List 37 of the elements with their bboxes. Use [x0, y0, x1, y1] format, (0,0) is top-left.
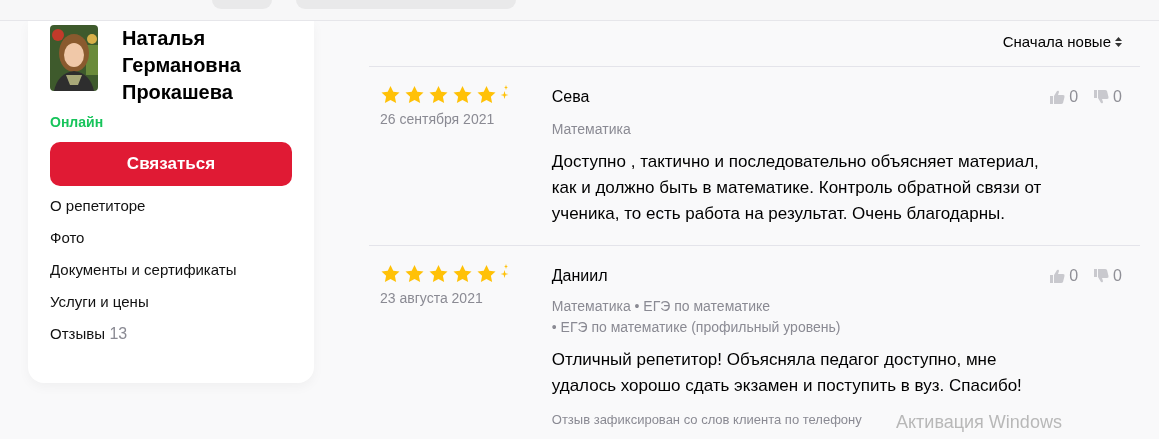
author-name: Даниил	[551, 265, 609, 286]
star-icon	[404, 84, 425, 105]
sparkle-icon	[500, 84, 509, 101]
nav-link[interactable]: Документы и сертификаты	[50, 259, 237, 282]
subject-list: Математика • ЕГЭ по математике • ЕГЭ по математике (профильный уровень)	[551, 295, 841, 338]
review-date: 23 августа 2021	[380, 288, 484, 308]
sort-icon	[1115, 37, 1122, 48]
sparkle-icon	[500, 263, 509, 280]
review-note: Отзыв зафиксирован со слов клиента по телефону	[551, 410, 862, 429]
nav-link[interactable]: Фото	[50, 227, 85, 250]
thumbs-down-icon	[1094, 268, 1110, 283]
star-icon	[452, 84, 473, 105]
subject-list: Математика	[551, 118, 631, 140]
star-icon	[428, 84, 449, 105]
star-icon	[380, 263, 401, 284]
star-icon	[452, 263, 473, 284]
thumbs-up-icon	[1050, 268, 1066, 283]
activation-notice: Активация Windows	[896, 412, 1062, 432]
thumbs-up-icon	[1050, 89, 1066, 104]
star-icon	[404, 263, 425, 284]
review-text: Отличный репетитор! Объясняла педагог доступно, мне удалось хорошо сдать экзамен и поступить в вуз. Спасибо!	[551, 348, 1023, 397]
author-name: Сева	[551, 86, 591, 107]
star-icon	[476, 84, 497, 105]
star-icon	[476, 263, 497, 284]
contact-button[interactable]: Связаться	[50, 142, 292, 186]
nav-link[interactable]: О репетиторе	[50, 195, 146, 218]
review-text: Доступно , тактично и последовательно объясняет материал, как и должно быть в математике. Контроль обратной связи от ученика, то есть работа на результат. Очень благодарны.	[551, 150, 1043, 225]
nav-link[interactable]: Отзывы	[50, 323, 105, 346]
online-status: Онлайн	[50, 114, 104, 130]
tutor-name: Наталья Германовна Прокашева	[122, 26, 242, 105]
thumbs-down-icon	[1094, 89, 1110, 104]
star-icon	[428, 263, 449, 284]
star-icon	[380, 84, 401, 105]
sort-dropdown[interactable]: Сначала новые	[1002, 31, 1122, 54]
nav-link[interactable]: Услуги и цены	[50, 291, 149, 314]
review-count: 13	[109, 325, 128, 342]
review-date: 26 сентября 2021	[380, 109, 496, 129]
